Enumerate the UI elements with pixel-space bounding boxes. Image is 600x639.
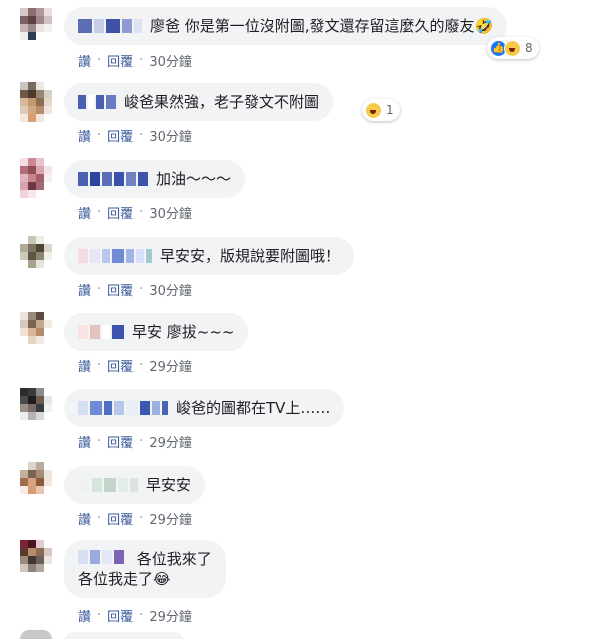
- commenter-name[interactable]: [78, 548, 126, 566]
- timestamp[interactable]: 29分鐘: [149, 432, 192, 451]
- comment-bubble: 加油～～～: [64, 160, 246, 198]
- comment-text: 早安安: [146, 476, 192, 494]
- separator: ·: [97, 282, 102, 297]
- comment-bubble: 峻爸的圖都在TV上……: [64, 389, 345, 427]
- reaction-count: 8: [525, 41, 533, 55]
- timestamp[interactable]: 29分鐘: [149, 606, 192, 625]
- timestamp[interactable]: 30分鐘: [149, 280, 192, 299]
- reply-button[interactable]: 回覆: [107, 432, 133, 451]
- comment-actions: 讚 · 回覆 · 30分鐘: [78, 203, 192, 222]
- comment-text: 峻爸的圖都在TV上……: [176, 399, 331, 417]
- reply-button[interactable]: 回覆: [107, 203, 133, 222]
- reactions-summary[interactable]: 👍 8: [487, 37, 539, 59]
- avatar[interactable]: [20, 82, 52, 122]
- separator: ·: [139, 608, 144, 623]
- avatar[interactable]: [20, 236, 52, 276]
- separator: ·: [139, 511, 144, 526]
- haha-icon: [365, 101, 382, 119]
- comment-first-line: 各位我來了: [78, 548, 212, 569]
- separator: ·: [97, 511, 102, 526]
- comment-bubble: 廖爸 你是第一位沒附圖,發文還存留這麼久的廢友🤣: [64, 7, 508, 45]
- separator: ·: [97, 128, 102, 143]
- separator: ·: [139, 434, 144, 449]
- avatar[interactable]: [20, 388, 52, 428]
- comment-bubble: 早安安: [64, 466, 206, 504]
- comment-bubble: 各位我來了 各位我走了😂: [64, 540, 226, 598]
- like-button[interactable]: 讚: [78, 203, 91, 222]
- like-button[interactable]: 讚: [78, 606, 91, 625]
- avatar[interactable]: [20, 312, 52, 352]
- comment-actions: 讚 · 回覆 · 29分鐘: [78, 509, 192, 528]
- comment-text: 廖爸 你是第一位沒附圖,發文還存留這麼久的廢友🤣: [150, 17, 494, 35]
- like-button[interactable]: 讚: [78, 126, 91, 145]
- comment-text: 早安安，版規說要附圖哦！: [160, 247, 341, 265]
- comment-actions: 讚 · 回覆 · 30分鐘: [78, 126, 192, 145]
- separator: ·: [97, 53, 102, 68]
- comment-text: 峻爸果然強，老子發文不附圖: [124, 93, 320, 111]
- timestamp[interactable]: 29分鐘: [149, 509, 192, 528]
- reactions-summary[interactable]: 1: [362, 99, 400, 121]
- reaction-count: 1: [386, 103, 394, 117]
- reply-button[interactable]: 回覆: [107, 606, 133, 625]
- comment-actions: 讚 · 回覆 · 29分鐘: [78, 606, 192, 625]
- commenter-name[interactable]: [78, 247, 154, 265]
- reply-button[interactable]: 回覆: [107, 509, 133, 528]
- commenter-name[interactable]: [78, 93, 118, 111]
- commenter-name[interactable]: [78, 399, 170, 417]
- comment-text: 加油～～～: [156, 170, 232, 188]
- avatar[interactable]: [20, 462, 52, 502]
- comment-text-line-1: 各位我來了: [136, 550, 212, 568]
- like-button[interactable]: 讚: [78, 51, 91, 70]
- separator: ·: [139, 358, 144, 373]
- like-button[interactable]: 讚: [78, 356, 91, 375]
- separator: ·: [97, 205, 102, 220]
- comment-text: 早安 廖拔~~~: [132, 323, 235, 341]
- comment-actions: 讚 · 回覆 · 29分鐘: [78, 432, 192, 451]
- like-button[interactable]: 讚: [78, 280, 91, 299]
- commenter-name[interactable]: [78, 476, 140, 494]
- comment-actions: 讚 · 回覆 · 30分鐘: [78, 280, 192, 299]
- timestamp[interactable]: 29分鐘: [149, 356, 192, 375]
- comment-actions: 讚 · 回覆 · 29分鐘: [78, 356, 192, 375]
- separator: ·: [139, 128, 144, 143]
- commenter-name[interactable]: [78, 17, 144, 35]
- reply-button[interactable]: 回覆: [107, 126, 133, 145]
- reply-button[interactable]: 回覆: [107, 356, 133, 375]
- comment-bubble: 早安 廖拔~~~: [64, 313, 249, 351]
- separator: ·: [97, 434, 102, 449]
- timestamp[interactable]: 30分鐘: [149, 126, 192, 145]
- reply-button[interactable]: 回覆: [107, 280, 133, 299]
- avatar[interactable]: [20, 158, 52, 198]
- avatar[interactable]: [20, 630, 52, 639]
- haha-icon: [504, 39, 521, 57]
- separator: ·: [97, 608, 102, 623]
- separator: ·: [139, 205, 144, 220]
- reply-button[interactable]: 回覆: [107, 51, 133, 70]
- comment-actions: 讚 · 回覆 · 30分鐘: [78, 51, 192, 70]
- avatar[interactable]: [20, 540, 52, 580]
- comment-bubble: 早安安，版規說要附圖哦！: [64, 237, 355, 275]
- timestamp[interactable]: 30分鐘: [149, 51, 192, 70]
- separator: ·: [97, 358, 102, 373]
- like-button[interactable]: 讚: [78, 432, 91, 451]
- comment-text-line-2: 各位我走了😂: [78, 570, 171, 588]
- avatar[interactable]: [20, 8, 52, 48]
- separator: ·: [139, 282, 144, 297]
- commenter-name[interactable]: [78, 323, 126, 341]
- commenter-name[interactable]: [78, 170, 150, 188]
- separator: ·: [139, 53, 144, 68]
- timestamp[interactable]: 30分鐘: [149, 203, 192, 222]
- like-button[interactable]: 讚: [78, 509, 91, 528]
- comment-bubble: [64, 632, 184, 639]
- comment-bubble: 峻爸果然強，老子發文不附圖: [64, 83, 334, 121]
